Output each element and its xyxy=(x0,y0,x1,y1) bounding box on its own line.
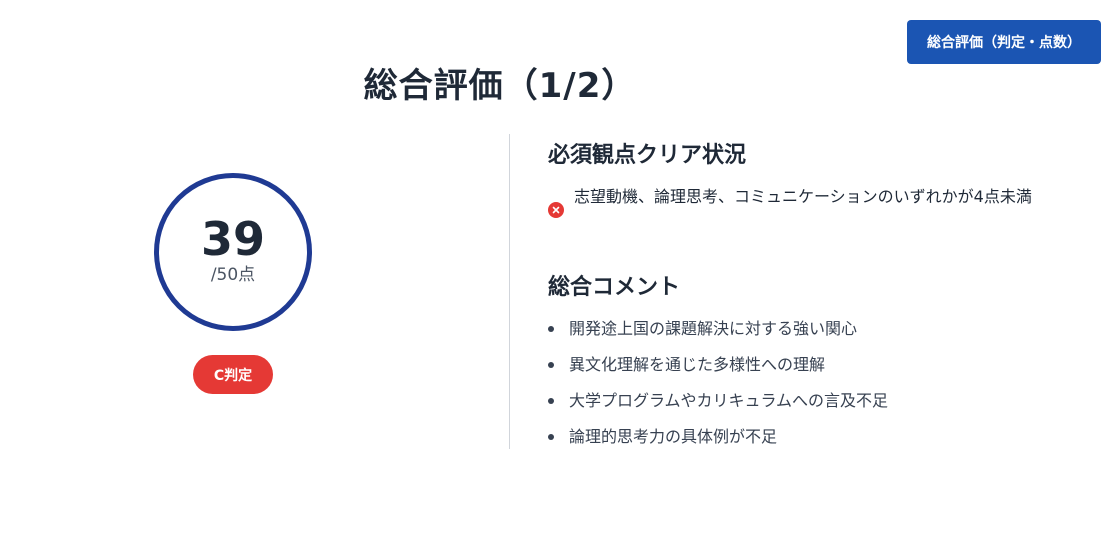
x-circle-icon xyxy=(548,202,564,218)
required-criteria-item: 志望動機、論理思考、コミュニケーションのいずれかが4点未満 xyxy=(548,183,1068,218)
section-divider xyxy=(509,134,510,449)
comment-text: 開発途上国の課題解決に対する強い関心 xyxy=(569,319,858,338)
comment-item: 異文化理解を通じた多様性への理解 xyxy=(548,350,888,386)
required-criteria-text: 志望動機、論理思考、コミュニケーションのいずれかが4点未満 xyxy=(574,187,1032,206)
page-title: 総合評価（1/2） xyxy=(363,66,637,106)
score-circle: 39 /50点 xyxy=(154,173,312,331)
score-max-label: /50点 xyxy=(210,265,256,285)
comment-list: 開発途上国の課題解決に対する強い関心 異文化理解を通じた多様性への理解 大学プロ… xyxy=(548,314,888,458)
comment-item: 論理的思考力の具体例が不足 xyxy=(548,422,888,458)
bullet-icon xyxy=(548,326,554,332)
comment-text: 異文化理解を通じた多様性への理解 xyxy=(569,355,826,374)
grade-badge: C判定 xyxy=(193,355,273,394)
bullet-icon xyxy=(548,434,554,440)
required-criteria-heading: 必須観点クリア状況 xyxy=(548,143,747,168)
bullet-icon xyxy=(548,362,554,368)
score-value: 39 xyxy=(200,212,265,266)
comment-text: 論理的思考力の具体例が不足 xyxy=(569,427,778,446)
comment-item: 大学プログラムやカリキュラムへの言及不足 xyxy=(548,386,888,422)
bullet-icon xyxy=(548,398,554,404)
overall-comment-heading: 総合コメント xyxy=(548,275,681,300)
comment-text: 大学プログラムやカリキュラムへの言及不足 xyxy=(569,391,889,410)
comment-item: 開発途上国の課題解決に対する強い関心 xyxy=(548,314,888,350)
